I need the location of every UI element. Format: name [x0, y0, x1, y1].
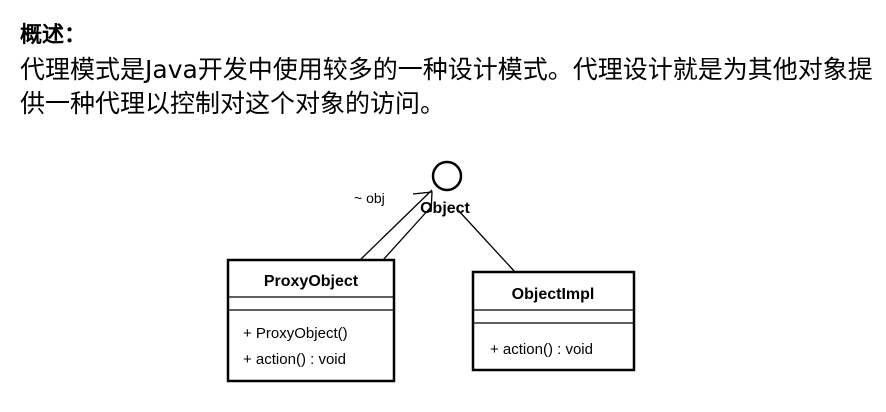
- association-line: [382, 207, 431, 261]
- interface-circle: [431, 160, 463, 192]
- class-member: + ProxyObject(): [243, 325, 348, 342]
- class-member: + action() : void: [490, 341, 593, 358]
- class-member: + action() : void: [243, 351, 346, 368]
- interface-name: Object: [420, 200, 470, 217]
- class-box-objectimpl: ObjectImpl + action() : void: [471, 270, 636, 372]
- class-box-proxyobject: ProxyObject + ProxyObject() + action() :…: [226, 258, 396, 383]
- class-name: ObjectImpl: [512, 286, 595, 303]
- impl-realization-line: [457, 209, 516, 273]
- class-name: ProxyObject: [264, 273, 359, 290]
- association-label: ~ obj: [354, 190, 385, 206]
- uml-diagram: Object ~ obj ProxyObject + ProxyObject()…: [226, 160, 636, 383]
